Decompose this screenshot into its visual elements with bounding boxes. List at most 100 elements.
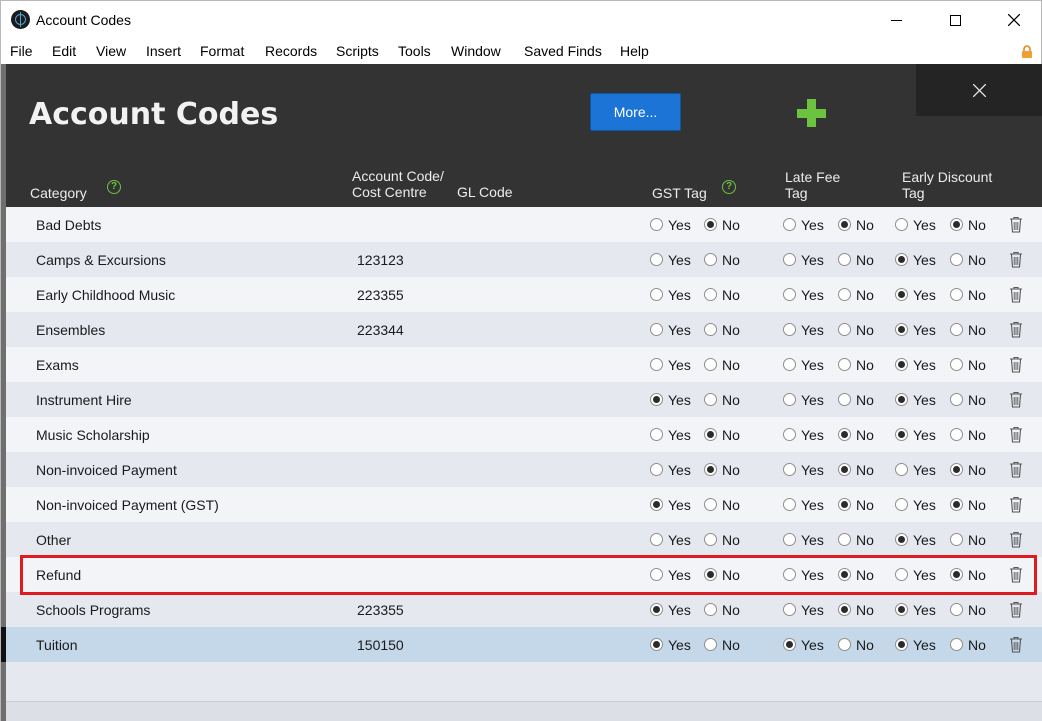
late-fee-no-radio[interactable] [838, 603, 851, 616]
early-discount-no-label[interactable]: No [968, 357, 986, 373]
category-cell[interactable]: Music Scholarship [36, 427, 150, 443]
menu-saved-finds[interactable]: Saved Finds [524, 43, 602, 59]
gst-no-radio[interactable] [704, 463, 717, 476]
gst-yes-label[interactable]: Yes [668, 357, 691, 373]
early-discount-no-label[interactable]: No [968, 567, 986, 583]
early-discount-yes-radio[interactable] [895, 533, 908, 546]
early-discount-no-radio[interactable] [950, 463, 963, 476]
gst-no-label[interactable]: No [722, 427, 740, 443]
menu-edit[interactable]: Edit [52, 43, 76, 59]
table-row[interactable]: Bad Debts Yes No Yes No Yes No [6, 207, 1042, 242]
early-discount-yes-label[interactable]: Yes [913, 252, 936, 268]
early-discount-yes-label[interactable]: Yes [913, 287, 936, 303]
early-discount-no-label[interactable]: No [968, 602, 986, 618]
gst-no-label[interactable]: No [722, 567, 740, 583]
gst-no-radio[interactable] [704, 393, 717, 406]
title-bar[interactable]: Account Codes [1, 1, 1041, 39]
menu-scripts[interactable]: Scripts [336, 43, 379, 59]
gst-no-label[interactable]: No [722, 287, 740, 303]
gst-yes-radio[interactable] [650, 253, 663, 266]
early-discount-no-radio[interactable] [950, 358, 963, 371]
late-fee-no-radio[interactable] [838, 463, 851, 476]
table-row[interactable]: Other Yes No Yes No Yes No [6, 522, 1042, 557]
late-fee-yes-radio[interactable] [783, 358, 796, 371]
late-fee-no-radio[interactable] [838, 253, 851, 266]
early-discount-yes-label[interactable]: Yes [913, 602, 936, 618]
account-code-cell[interactable]: 223355 [357, 287, 404, 303]
gst-no-label[interactable]: No [722, 392, 740, 408]
trash-icon[interactable] [1009, 636, 1023, 653]
early-discount-yes-radio[interactable] [895, 568, 908, 581]
gst-yes-radio[interactable] [650, 288, 663, 301]
gst-yes-label[interactable]: Yes [668, 392, 691, 408]
early-discount-yes-radio[interactable] [895, 498, 908, 511]
gst-yes-radio[interactable] [650, 358, 663, 371]
late-fee-no-radio[interactable] [838, 393, 851, 406]
category-cell[interactable]: Schools Programs [36, 602, 150, 618]
gst-yes-label[interactable]: Yes [668, 497, 691, 513]
table-row[interactable]: Schools Programs 223355 Yes No Yes No Yes No [6, 592, 1042, 627]
late-fee-no-label[interactable]: No [856, 637, 874, 653]
late-fee-no-label[interactable]: No [856, 532, 874, 548]
gst-yes-radio[interactable] [650, 533, 663, 546]
early-discount-yes-label[interactable]: Yes [913, 392, 936, 408]
trash-icon[interactable] [1009, 601, 1023, 618]
gst-no-radio[interactable] [704, 603, 717, 616]
late-fee-no-radio[interactable] [838, 498, 851, 511]
early-discount-yes-label[interactable]: Yes [913, 637, 936, 653]
early-discount-yes-radio[interactable] [895, 358, 908, 371]
late-fee-yes-label[interactable]: Yes [801, 287, 824, 303]
trash-icon[interactable] [1009, 566, 1023, 583]
early-discount-no-radio[interactable] [950, 323, 963, 336]
category-cell[interactable]: Exams [36, 357, 79, 373]
early-discount-no-radio[interactable] [950, 428, 963, 441]
late-fee-no-radio[interactable] [838, 638, 851, 651]
gst-yes-radio[interactable] [650, 218, 663, 231]
early-discount-yes-radio[interactable] [895, 218, 908, 231]
late-fee-yes-radio[interactable] [783, 533, 796, 546]
late-fee-no-label[interactable]: No [856, 567, 874, 583]
early-discount-no-radio[interactable] [950, 533, 963, 546]
early-discount-no-label[interactable]: No [968, 637, 986, 653]
late-fee-no-radio[interactable] [838, 323, 851, 336]
early-discount-no-label[interactable]: No [968, 462, 986, 478]
category-cell[interactable]: Non-invoiced Payment [36, 462, 177, 478]
early-discount-no-label[interactable]: No [968, 322, 986, 338]
trash-icon[interactable] [1009, 251, 1023, 268]
late-fee-yes-radio[interactable] [783, 253, 796, 266]
gst-yes-radio[interactable] [650, 323, 663, 336]
gst-no-label[interactable]: No [722, 357, 740, 373]
late-fee-yes-radio[interactable] [783, 288, 796, 301]
late-fee-yes-radio[interactable] [783, 568, 796, 581]
gst-no-radio[interactable] [704, 218, 717, 231]
late-fee-no-radio[interactable] [838, 288, 851, 301]
more-button[interactable]: More... [590, 93, 681, 131]
gst-no-radio[interactable] [704, 358, 717, 371]
early-discount-yes-label[interactable]: Yes [913, 217, 936, 233]
gst-yes-label[interactable]: Yes [668, 427, 691, 443]
early-discount-no-radio[interactable] [950, 498, 963, 511]
category-cell[interactable]: Camps & Excursions [36, 252, 166, 268]
category-cell[interactable]: Other [36, 532, 71, 548]
table-row[interactable]: Tuition 150150 Yes No Yes No Yes No [6, 627, 1042, 662]
table-row[interactable]: Ensembles 223344 Yes No Yes No Yes No [6, 312, 1042, 347]
late-fee-yes-radio[interactable] [783, 603, 796, 616]
late-fee-yes-radio[interactable] [783, 393, 796, 406]
early-discount-no-radio[interactable] [950, 603, 963, 616]
trash-icon[interactable] [1009, 461, 1023, 478]
category-cell[interactable]: Ensembles [36, 322, 105, 338]
gst-yes-radio[interactable] [650, 463, 663, 476]
gst-no-radio[interactable] [704, 323, 717, 336]
late-fee-no-label[interactable]: No [856, 357, 874, 373]
early-discount-yes-label[interactable]: Yes [913, 532, 936, 548]
late-fee-no-label[interactable]: No [856, 322, 874, 338]
late-fee-yes-label[interactable]: Yes [801, 462, 824, 478]
gst-no-label[interactable]: No [722, 637, 740, 653]
trash-icon[interactable] [1009, 216, 1023, 233]
late-fee-yes-label[interactable]: Yes [801, 637, 824, 653]
late-fee-no-radio[interactable] [838, 358, 851, 371]
late-fee-yes-label[interactable]: Yes [801, 427, 824, 443]
category-cell[interactable]: Instrument Hire [36, 392, 132, 408]
gst-no-label[interactable]: No [722, 217, 740, 233]
late-fee-no-label[interactable]: No [856, 392, 874, 408]
